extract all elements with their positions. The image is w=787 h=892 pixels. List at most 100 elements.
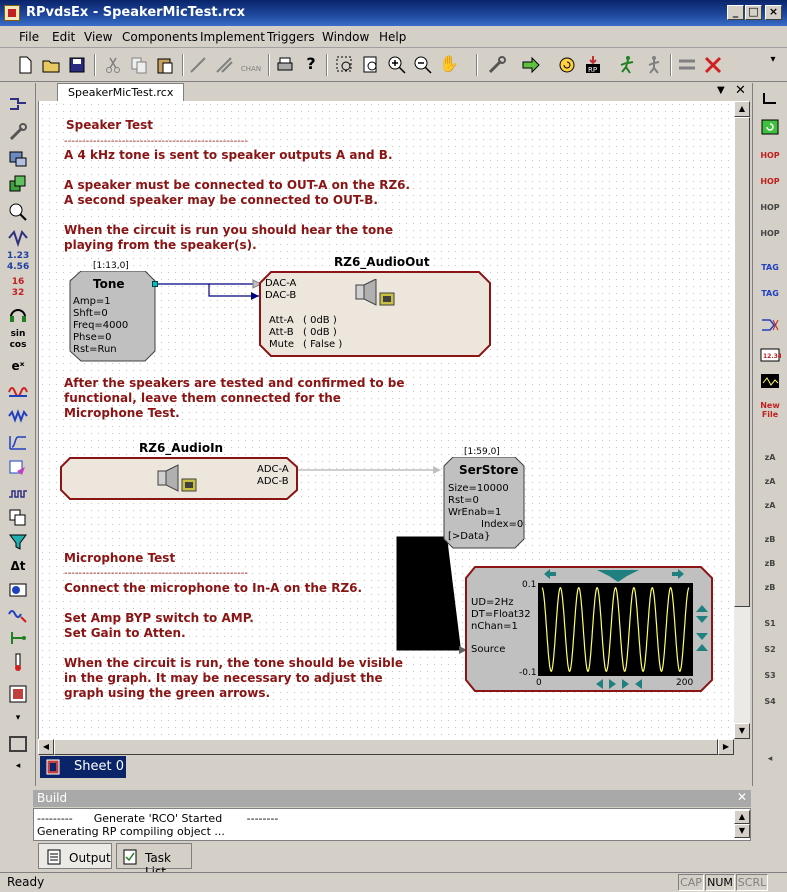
- scroll-down-button-icon[interactable]: ▼: [734, 723, 750, 739]
- numeric-display-icon[interactable]: 12.34: [759, 345, 782, 365]
- step-response-icon[interactable]: [7, 431, 29, 453]
- new-file-param-icon[interactable]: New File: [759, 401, 781, 421]
- sincos-icon[interactable]: sin cos: [7, 329, 29, 351]
- wire-tool-icon[interactable]: [188, 54, 210, 76]
- stop-figure-icon[interactable]: [642, 54, 664, 76]
- new-file-icon[interactable]: [14, 54, 36, 76]
- select-zoom-icon[interactable]: [334, 54, 356, 76]
- audioin-block[interactable]: ADC-A ADC-B: [60, 457, 298, 500]
- tab-sheet-0[interactable]: Sheet 0: [40, 756, 126, 778]
- paste-icon[interactable]: [154, 54, 176, 76]
- tab-task-list[interactable]: Task List: [116, 843, 192, 879]
- halt-icon[interactable]: [702, 54, 724, 76]
- s2-icon[interactable]: S2: [759, 645, 781, 665]
- horizontal-scroll-thumb[interactable]: [54, 739, 718, 755]
- z-b-icon[interactable]: zB: [759, 535, 781, 555]
- thermometer-icon[interactable]: [7, 651, 29, 673]
- build-close-icon[interactable]: ✕: [737, 790, 747, 804]
- menu-edit[interactable]: Edit: [52, 30, 75, 44]
- close-button[interactable]: ×: [765, 5, 782, 20]
- zoom-page-icon[interactable]: [360, 54, 382, 76]
- zoom-out-icon[interactable]: [412, 54, 434, 76]
- graph-pan-left-arrow-icon[interactable]: [543, 568, 557, 580]
- menu-view[interactable]: View: [84, 30, 112, 44]
- hop-out-icon[interactable]: HOP: [759, 151, 781, 171]
- menu-triggers[interactable]: Triggers: [267, 30, 315, 44]
- hop-in-icon[interactable]: HOP: [759, 177, 781, 197]
- network-icon[interactable]: [7, 627, 29, 649]
- config-icon[interactable]: [676, 54, 698, 76]
- build-scroll-up-icon[interactable]: ▲: [734, 810, 750, 824]
- menu-file[interactable]: File: [19, 30, 39, 44]
- filter-wave-icon[interactable]: [7, 227, 29, 249]
- graph-scale-vertical-icon[interactable]: [695, 604, 709, 624]
- vertical-scroll-thumb[interactable]: [734, 117, 750, 607]
- serstore-block[interactable]: SerStore Size=10000 Rst=0 WrEnab=1 Index…: [443, 457, 525, 549]
- minimize-button[interactable]: _: [727, 5, 744, 20]
- delta-t-icon[interactable]: Δt: [7, 555, 29, 577]
- s4-icon[interactable]: S4: [759, 697, 781, 717]
- scroll-down-icon[interactable]: ▾: [7, 707, 29, 729]
- hop-2-icon[interactable]: HOP: [759, 203, 781, 223]
- copy-blocks-icon[interactable]: [7, 507, 29, 529]
- hop-3-icon[interactable]: HOP: [759, 229, 781, 249]
- scope-display-icon[interactable]: [759, 371, 781, 391]
- tag-in-icon[interactable]: TAG: [759, 289, 781, 309]
- record-icon[interactable]: [7, 579, 29, 601]
- scroll-right-button-icon[interactable]: ▶: [718, 739, 734, 755]
- doc-menu-icon[interactable]: ▼: [717, 85, 725, 96]
- graph-zoom-x-in-icon[interactable]: [595, 678, 617, 690]
- scroll-left-icon[interactable]: ◂: [7, 755, 29, 777]
- tag-split-icon[interactable]: [759, 315, 781, 335]
- graph-pan-right-arrow-icon[interactable]: [671, 568, 685, 580]
- zoom-in-icon[interactable]: [386, 54, 408, 76]
- export-icon[interactable]: [7, 457, 29, 479]
- z-a-2-icon[interactable]: zA: [759, 477, 781, 497]
- build-scroll-down-icon[interactable]: ▼: [734, 824, 750, 838]
- menu-components[interactable]: Components: [122, 30, 198, 44]
- z-b-3-icon[interactable]: zB: [759, 583, 781, 603]
- cut-icon[interactable]: [102, 54, 124, 76]
- graph-zoom-x-out-icon[interactable]: [621, 678, 643, 690]
- s1-icon[interactable]: S1: [759, 619, 781, 639]
- tab-speakermictest[interactable]: SpeakerMicTest.rcx: [57, 83, 185, 101]
- fraction-icon[interactable]: 16 32: [7, 277, 29, 299]
- maximize-button[interactable]: □: [745, 5, 762, 20]
- open-folder-icon[interactable]: [40, 54, 62, 76]
- vertical-scrollbar[interactable]: ▲ ▼: [734, 101, 750, 739]
- doc-close-icon[interactable]: ✕: [735, 83, 746, 98]
- z-a-icon[interactable]: zA: [759, 453, 781, 473]
- copy-icon[interactable]: [128, 54, 150, 76]
- signal-blue-icon[interactable]: [7, 405, 29, 427]
- reload-icon[interactable]: [556, 54, 578, 76]
- menu-help[interactable]: Help: [379, 30, 406, 44]
- panel-icon[interactable]: [7, 683, 29, 705]
- menu-implement[interactable]: Implement: [200, 30, 265, 44]
- audioout-block[interactable]: DAC-A DAC-B Att-A ( 0dB ) Att-B ( 0dB ) …: [259, 271, 491, 357]
- toolbar-overflow-icon[interactable]: ▾: [762, 54, 784, 76]
- refresh-icon[interactable]: [759, 117, 781, 137]
- tone-output-pin[interactable]: [152, 281, 158, 287]
- waveform-probe-icon[interactable]: [7, 603, 29, 625]
- io-icon[interactable]: [7, 93, 29, 115]
- print-icon[interactable]: [274, 54, 296, 76]
- layers-icon[interactable]: [7, 173, 29, 195]
- run-rp-icon[interactable]: RP: [582, 54, 604, 76]
- pulse-train-icon[interactable]: [7, 483, 29, 505]
- z-a-3-icon[interactable]: zA: [759, 501, 781, 521]
- hardware-icon[interactable]: [7, 147, 29, 169]
- exponent-icon[interactable]: eˣ: [7, 355, 29, 377]
- z-b-2-icon[interactable]: zB: [759, 559, 781, 579]
- graph-shift-vertical-icon[interactable]: [695, 632, 709, 652]
- save-icon[interactable]: [66, 54, 88, 76]
- tools-wrench-icon[interactable]: [7, 121, 29, 143]
- tag-out-icon[interactable]: TAG: [759, 263, 781, 283]
- search-device-icon[interactable]: [7, 201, 29, 223]
- s3-icon[interactable]: S3: [759, 671, 781, 691]
- tone-block[interactable]: Tone Amp=1 Shft=0 Freq=4000 Phse=0 Rst=R…: [69, 271, 158, 362]
- connector-icon[interactable]: [759, 91, 781, 111]
- menu-window[interactable]: Window: [322, 30, 369, 44]
- compile-arrow-icon[interactable]: [520, 54, 542, 76]
- run-figure-icon[interactable]: [616, 54, 638, 76]
- right-scroll-left-icon[interactable]: ◂: [759, 755, 781, 775]
